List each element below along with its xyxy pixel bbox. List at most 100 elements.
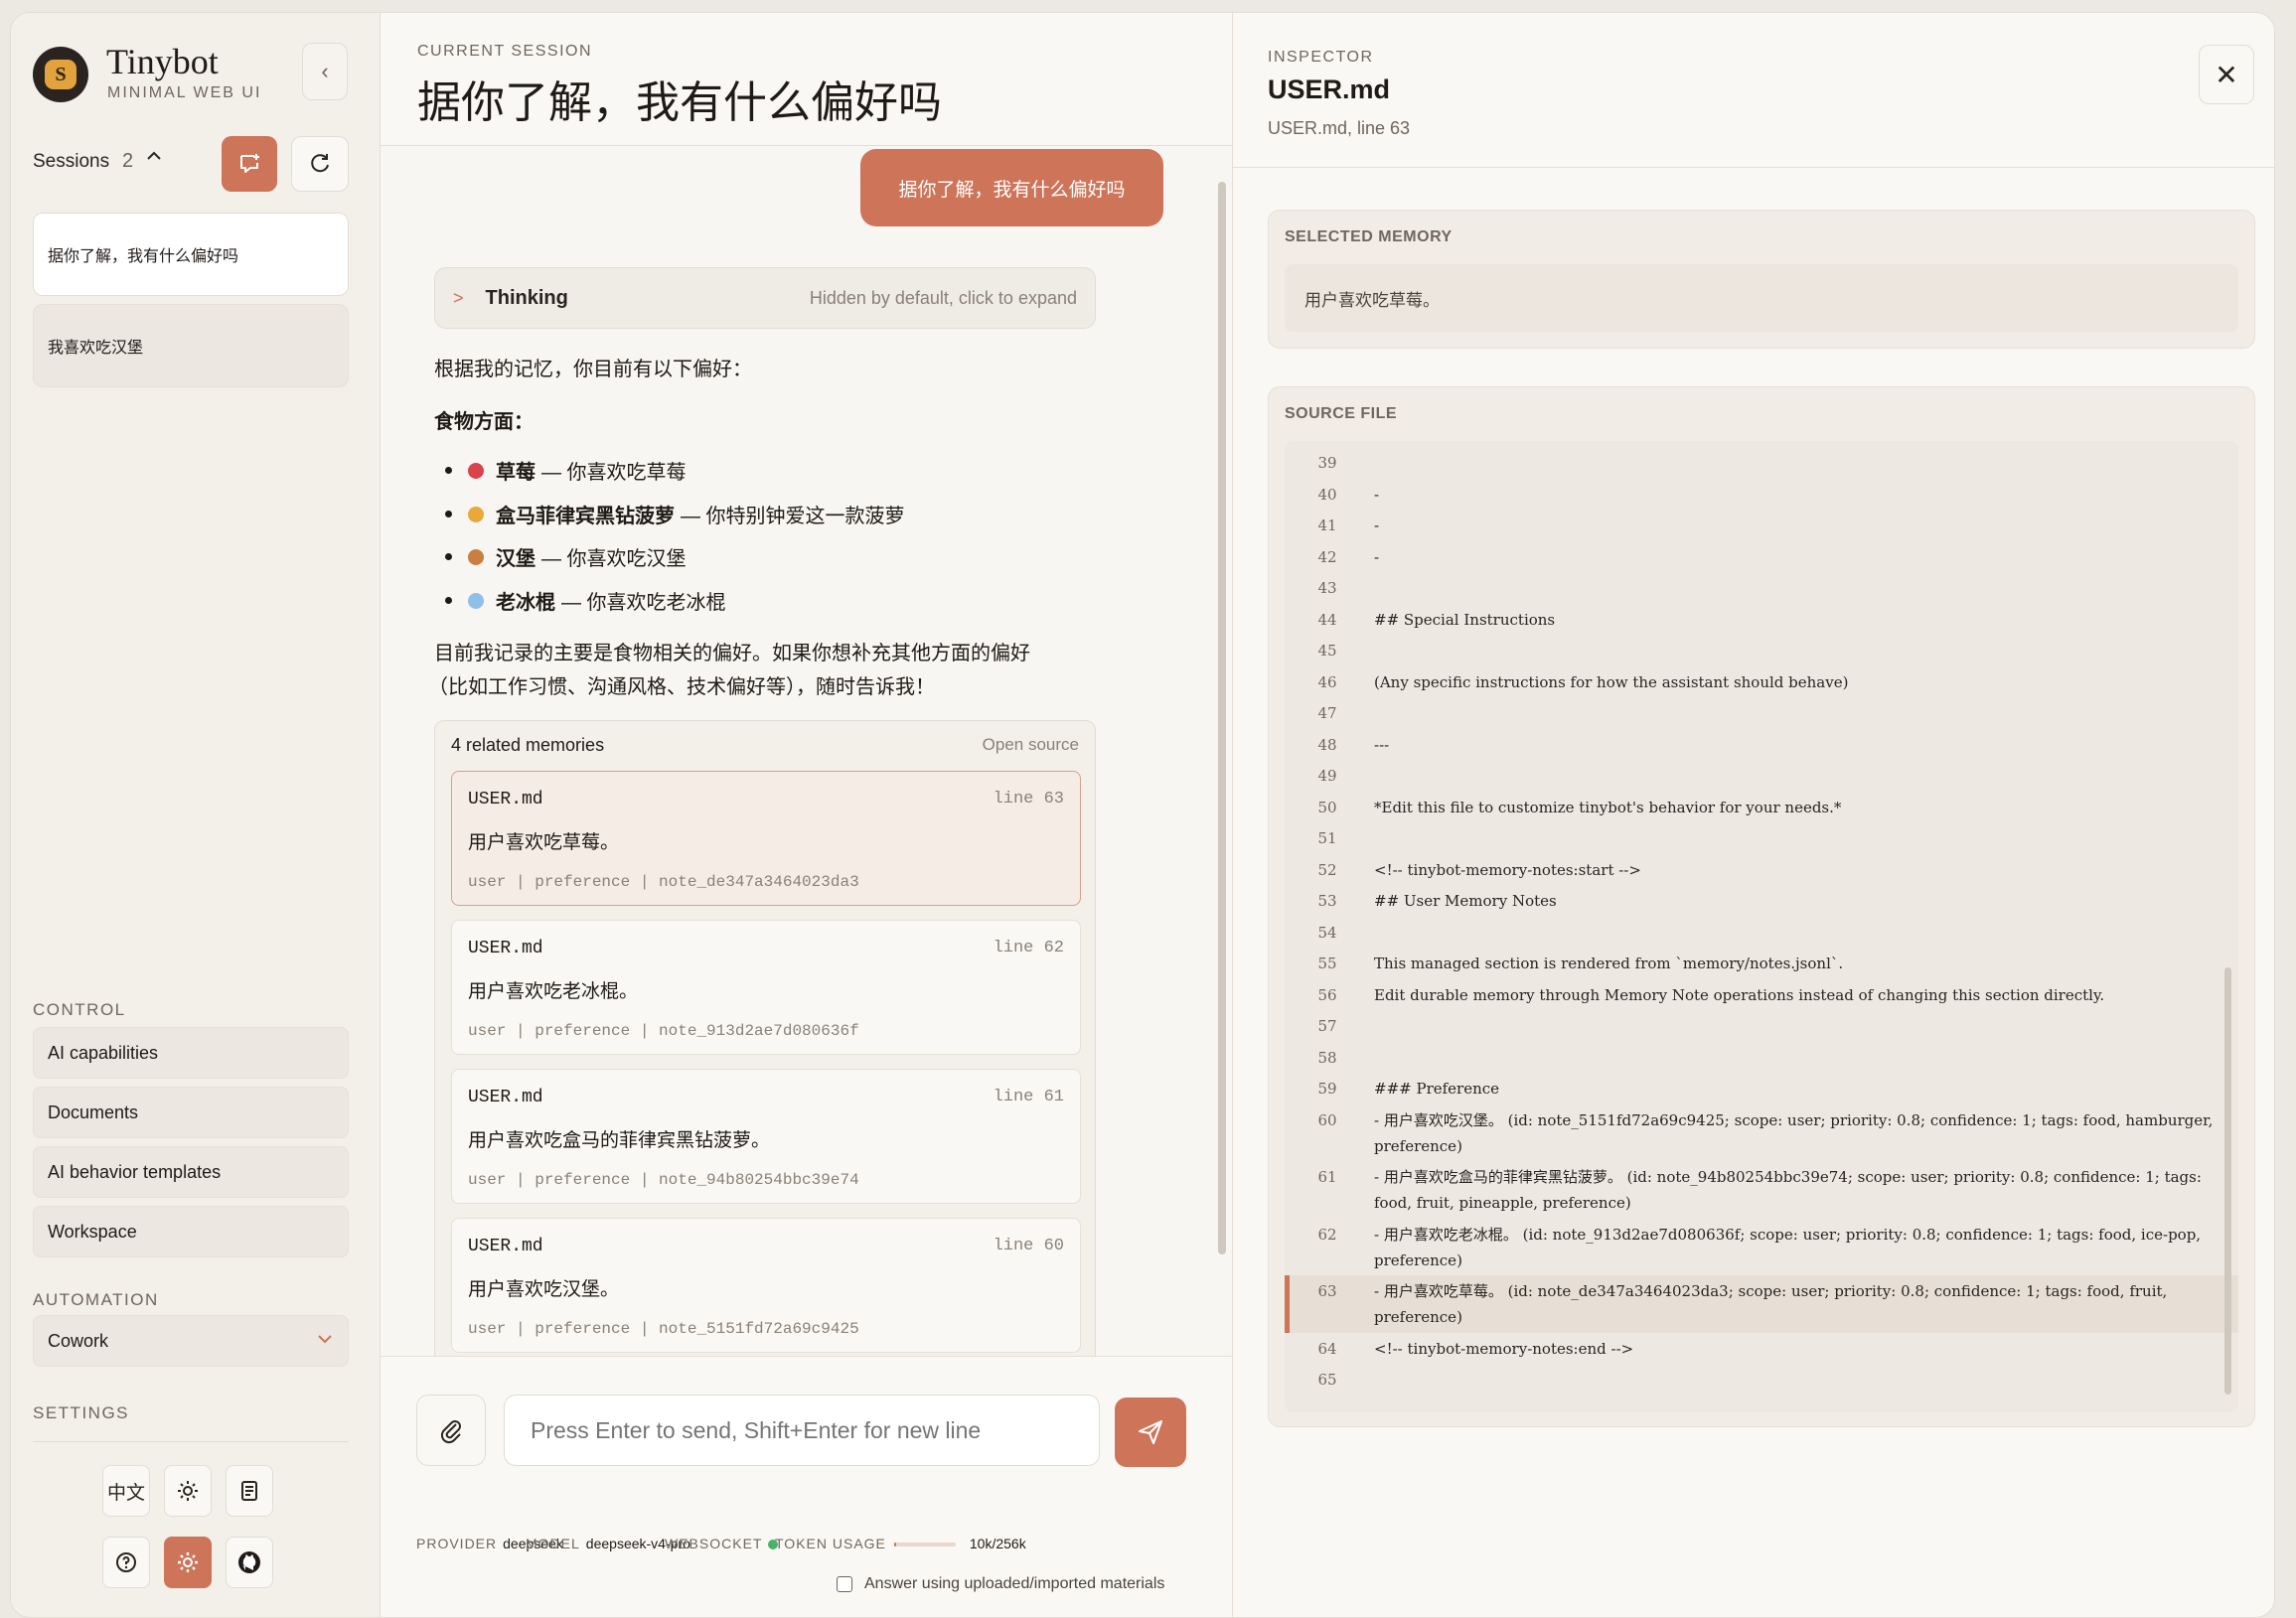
line-text: - 用户喜欢吃盒马的菲律宾黑钻菠萝。 (id: note_94b80254bbc… bbox=[1374, 1168, 2207, 1212]
chat-scrollbar[interactable] bbox=[1218, 182, 1226, 1254]
thinking-toggle[interactable]: > Thinking Hidden by default, click to e… bbox=[434, 267, 1096, 329]
memory-card[interactable]: USER.md line 62 用户喜欢吃老冰棍。 user | prefere… bbox=[451, 920, 1081, 1055]
source-line: 65 bbox=[1285, 1364, 2238, 1396]
session-item[interactable]: 据你了解，我有什么偏好吗 bbox=[33, 213, 349, 296]
current-session-label: CURRENT SESSION bbox=[417, 43, 593, 60]
sidebar: S Tinybot MINIMAL WEB UI ‹ Sessions 2 据你… bbox=[11, 13, 381, 1617]
source-line: 41 - bbox=[1285, 510, 2238, 541]
line-text: *Edit this file to customize tinybot's b… bbox=[1374, 798, 1842, 816]
language-button[interactable]: 中文 bbox=[102, 1465, 150, 1517]
source-line: 61 - 用户喜欢吃盒马的菲律宾黑钻菠萝。 (id: note_94b80254b… bbox=[1285, 1161, 2238, 1219]
selected-memory-text: 用户喜欢吃草莓。 bbox=[1285, 264, 2238, 332]
line-text: - bbox=[1374, 485, 1380, 504]
line-number: 43 bbox=[1317, 579, 1337, 597]
source-line: 40 - bbox=[1285, 479, 2238, 511]
nav-ai-capabilities[interactable]: AI capabilities bbox=[33, 1027, 349, 1079]
strawberry-icon bbox=[468, 462, 484, 479]
divider bbox=[1233, 167, 2274, 168]
line-number: 55 bbox=[1317, 955, 1337, 972]
source-line: 51 bbox=[1285, 822, 2238, 854]
source-line: 43 bbox=[1285, 572, 2238, 604]
app-window: S Tinybot MINIMAL WEB UI ‹ Sessions 2 据你… bbox=[10, 12, 2275, 1618]
line-text: <!-- tinybot-memory-notes:start --> bbox=[1374, 860, 1641, 879]
source-line: 53 ## User Memory Notes bbox=[1285, 885, 2238, 917]
memory-card[interactable]: USER.md line 61 用户喜欢吃盒马的菲律宾黑钻菠萝。 user | … bbox=[451, 1069, 1081, 1204]
line-number: 46 bbox=[1317, 672, 1337, 691]
new-session-button[interactable] bbox=[222, 136, 277, 192]
line-text: This managed section is rendered from `m… bbox=[1374, 955, 1844, 972]
user-message: 据你了解，我有什么偏好吗 bbox=[860, 149, 1163, 226]
page-title: 据你了解，我有什么偏好吗 bbox=[417, 77, 942, 128]
source-line: 54 bbox=[1285, 917, 2238, 949]
document-icon bbox=[241, 1481, 257, 1501]
memories-header: 4 related memories bbox=[451, 735, 605, 755]
inspector-label: INSPECTOR bbox=[1268, 49, 1374, 66]
paperclip-icon bbox=[440, 1420, 461, 1444]
memory-card[interactable]: USER.md line 63 用户喜欢吃草莓。 user | preferen… bbox=[451, 771, 1081, 906]
github-button[interactable] bbox=[226, 1537, 273, 1588]
session-item[interactable]: 我喜欢吃汉堡 bbox=[33, 304, 349, 387]
chevron-right-icon: > bbox=[453, 287, 464, 308]
token-usage-bar bbox=[893, 1543, 956, 1547]
refresh-sessions-button[interactable] bbox=[291, 136, 349, 192]
settings-section-label: SETTINGS bbox=[33, 1403, 130, 1422]
theme-toggle-button[interactable] bbox=[164, 1465, 212, 1517]
list-item: 老冰棍 — 你喜欢吃老冰棍 bbox=[445, 586, 726, 615]
close-inspector-button[interactable]: ✕ bbox=[2199, 45, 2254, 104]
nav-documents[interactable]: Documents bbox=[33, 1087, 349, 1138]
source-line-highlighted: 63 - 用户喜欢吃草莓。 (id: note_de347a3464023da3;… bbox=[1285, 1275, 2238, 1333]
line-number: 48 bbox=[1317, 735, 1337, 754]
chevron-up-icon[interactable] bbox=[144, 146, 164, 172]
help-icon bbox=[116, 1552, 136, 1572]
github-icon bbox=[238, 1551, 260, 1573]
source-line: 60 - 用户喜欢吃汉堡。 (id: note_5151fd72a69c9425;… bbox=[1285, 1104, 2238, 1162]
list-item: 盒马菲律宾黑钻菠萝 — 你特别钟爱这一款菠萝 bbox=[445, 500, 905, 528]
answer-intro: 根据我的记忆，你目前有以下偏好： bbox=[434, 359, 752, 380]
line-text: --- bbox=[1374, 735, 1390, 754]
app-subtitle: MINIMAL WEB UI bbox=[107, 84, 262, 101]
line-number: 44 bbox=[1317, 610, 1337, 629]
list-item: 汉堡 — 你喜欢吃汉堡 bbox=[445, 542, 687, 571]
inspector-title: USER.md bbox=[1268, 74, 1391, 104]
open-source-link[interactable]: Open source bbox=[983, 735, 1079, 755]
automation-select[interactable]: Cowork bbox=[33, 1315, 349, 1367]
line-text: ## User Memory Notes bbox=[1374, 892, 1557, 910]
line-number: 63 bbox=[1317, 1282, 1337, 1300]
source-scrollbar[interactable] bbox=[2224, 967, 2231, 1395]
attach-button[interactable] bbox=[416, 1395, 486, 1466]
line-text: Edit durable memory through Memory Note … bbox=[1374, 985, 2105, 1004]
token-usage-status: TOKEN USAGE 10k/256k bbox=[775, 1536, 1026, 1551]
nav-workspace[interactable]: Workspace bbox=[33, 1206, 349, 1257]
line-number: 60 bbox=[1317, 1110, 1337, 1129]
message-input[interactable] bbox=[504, 1395, 1100, 1466]
use-materials-toggle[interactable]: Answer using uploaded/imported materials bbox=[837, 1575, 1164, 1593]
materials-checkbox[interactable] bbox=[837, 1576, 852, 1592]
source-line: 45 bbox=[1285, 635, 2238, 666]
line-number: 39 bbox=[1317, 454, 1337, 472]
gear-icon bbox=[178, 1552, 198, 1572]
control-section-label: CONTROL bbox=[33, 1000, 126, 1019]
help-button[interactable] bbox=[102, 1537, 150, 1588]
composer: PROVIDERdeepseek MODELdeepseek-v4-pro WE… bbox=[381, 1356, 1232, 1617]
docs-button[interactable] bbox=[226, 1465, 273, 1517]
selected-memory-label: SELECTED MEMORY bbox=[1285, 228, 1453, 245]
line-text: - 用户喜欢吃草莓。 (id: note_de347a3464023da3; s… bbox=[1374, 1282, 2173, 1326]
memory-card[interactable]: USER.md line 60 用户喜欢吃汉堡。 user | preferen… bbox=[451, 1218, 1081, 1353]
send-button[interactable] bbox=[1115, 1397, 1186, 1467]
line-number: 45 bbox=[1317, 642, 1337, 660]
answer-outro: 目前我记录的主要是食物相关的偏好。如果你想补充其他方面的偏好 bbox=[434, 643, 1030, 664]
line-number: 56 bbox=[1317, 985, 1337, 1004]
line-number: 40 bbox=[1317, 485, 1337, 504]
automation-section-label: AUTOMATION bbox=[33, 1290, 159, 1309]
answer-heading: 食物方面： bbox=[434, 411, 534, 433]
pineapple-icon bbox=[468, 506, 484, 522]
settings-button[interactable] bbox=[164, 1537, 212, 1588]
nav-ai-behavior-templates[interactable]: AI behavior templates bbox=[33, 1146, 349, 1198]
source-line: 64 <!-- tinybot-memory-notes:end --> bbox=[1285, 1333, 2238, 1365]
source-line: 50 *Edit this file to customize tinybot's… bbox=[1285, 792, 2238, 823]
line-number: 61 bbox=[1317, 1168, 1337, 1186]
hamburger-icon bbox=[468, 548, 484, 565]
collapse-sidebar-button[interactable]: ‹ bbox=[302, 43, 348, 100]
source-line: 44 ## Special Instructions bbox=[1285, 604, 2238, 636]
line-text: - bbox=[1374, 547, 1380, 566]
